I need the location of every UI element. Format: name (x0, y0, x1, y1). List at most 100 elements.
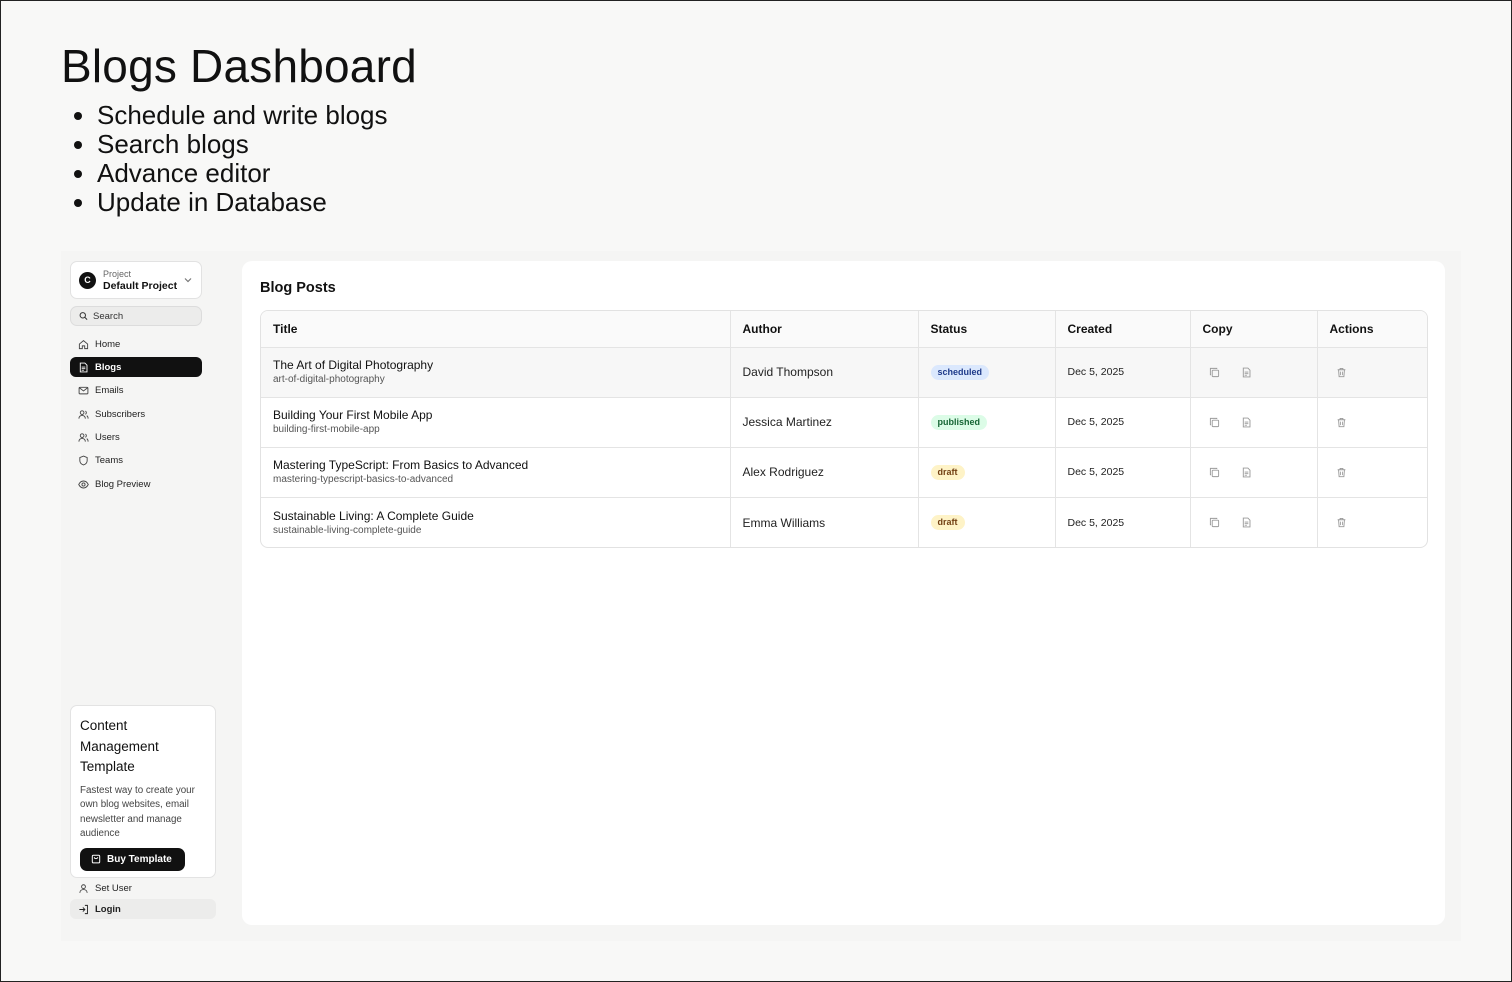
promo-title: Content Management Template (80, 718, 159, 774)
promo-card: Content Management Template Fastest way … (70, 705, 216, 878)
home-icon (78, 339, 89, 349)
mail-icon (78, 387, 89, 395)
copy-cell (1190, 497, 1318, 547)
copy-file-icon[interactable] (1241, 417, 1252, 428)
status-badge: published (930, 414, 987, 430)
sidebar-item-teams[interactable]: Teams (70, 451, 202, 471)
title-cell: Mastering TypeScript: From Basics to Adv… (261, 447, 731, 499)
post-author: David Thompson (730, 347, 919, 398)
login-button[interactable]: Login (70, 899, 216, 919)
table-row[interactable]: Mastering TypeScript: From Basics to Adv… (261, 447, 1427, 499)
trash-icon[interactable] (1336, 467, 1347, 478)
sidebar-item-users[interactable]: Users (70, 428, 202, 448)
sidebar-item-label: Teams (95, 455, 123, 467)
table-header-row: Title Author Status Created Copy Actions (261, 311, 1427, 348)
search-input[interactable] (93, 310, 193, 322)
status-badge: draft (930, 464, 965, 480)
users-icon (78, 410, 89, 419)
shopping-bag-icon (91, 855, 101, 864)
post-title[interactable]: Mastering TypeScript: From Basics to Adv… (273, 457, 718, 473)
status-cell: draft (918, 447, 1056, 499)
copy-icon[interactable] (1209, 467, 1220, 478)
post-created-date: Dec 5, 2025 (1055, 447, 1191, 499)
buy-template-label: Buy Template (107, 853, 172, 865)
table-row[interactable]: The Art of Digital Photography art-of-di… (261, 347, 1427, 398)
project-kicker: Project (103, 269, 132, 279)
status-badge: scheduled (930, 364, 990, 380)
sidebar-item-blog-preview[interactable]: Blog Preview (70, 474, 202, 494)
status-cell: published (918, 397, 1056, 448)
file-text-icon (79, 362, 88, 373)
set-user-button[interactable]: Set User (70, 878, 216, 898)
status-cell: scheduled (918, 347, 1056, 398)
sidebar-item-emails[interactable]: Emails (70, 381, 202, 401)
column-header-title: Title (261, 311, 731, 348)
post-slug: mastering-typescript-basics-to-advanced (273, 474, 454, 486)
copy-icon[interactable] (1209, 367, 1220, 378)
column-header-status: Status (918, 311, 1056, 348)
status-cell: draft (918, 497, 1056, 547)
eye-icon (78, 480, 89, 489)
post-created-date: Dec 5, 2025 (1055, 497, 1191, 547)
sidebar-item-label: Emails (95, 385, 124, 397)
copy-file-icon[interactable] (1241, 467, 1252, 478)
actions-cell (1317, 347, 1427, 398)
log-in-icon (79, 904, 88, 914)
trash-icon[interactable] (1336, 417, 1347, 428)
actions-cell (1317, 498, 1427, 547)
status-badge: draft (930, 515, 965, 531)
sidebar-item-home[interactable]: Home (70, 334, 202, 354)
sidebar: C Project Default Project Home Blogs (61, 251, 231, 941)
actions-cell (1317, 447, 1427, 499)
promo-description: Fastest way to create your own blog webs… (80, 784, 195, 840)
post-author: Emma Williams (730, 497, 919, 547)
post-created-date: Dec 5, 2025 (1055, 347, 1191, 398)
column-header-created: Created (1055, 311, 1191, 348)
copy-file-icon[interactable] (1241, 367, 1252, 378)
project-text: Project Default Project (103, 268, 183, 292)
sidebar-item-blogs[interactable]: Blogs (70, 357, 202, 378)
search-box[interactable] (70, 306, 202, 326)
screenshot-frame: Blogs Dashboard Schedule and write blogs… (0, 0, 1512, 982)
project-switcher[interactable]: C Project Default Project (70, 261, 202, 299)
sidebar-item-label: Blogs (95, 361, 122, 373)
column-header-copy: Copy (1190, 311, 1318, 348)
intro-bullet: Schedule and write blogs (97, 101, 388, 130)
sidebar-item-label: Subscribers (95, 408, 146, 420)
copy-cell (1190, 447, 1318, 499)
set-user-label: Set User (95, 882, 132, 894)
intro-bullet: Update in Database (97, 188, 388, 217)
user-icon (79, 883, 88, 893)
main-panel: Blog Posts Title Author Status Created C… (242, 261, 1445, 925)
table-row[interactable]: Building Your First Mobile App building-… (261, 397, 1427, 448)
intro-feature-list: Schedule and write blogs Search blogs Ad… (97, 101, 388, 217)
post-title[interactable]: The Art of Digital Photography (273, 357, 718, 373)
intro-title: Blogs Dashboard (61, 40, 417, 92)
sidebar-item-label: Users (95, 432, 120, 444)
page-title: Blog Posts (260, 280, 336, 296)
copy-icon[interactable] (1209, 417, 1220, 428)
shield-icon (79, 456, 88, 466)
post-created-date: Dec 5, 2025 (1055, 397, 1191, 448)
table-row[interactable]: Sustainable Living: A Complete Guide sus… (261, 497, 1427, 547)
login-label: Login (95, 903, 121, 915)
app-window: C Project Default Project Home Blogs (61, 251, 1461, 941)
sidebar-item-subscribers[interactable]: Subscribers (70, 404, 202, 424)
post-slug: sustainable-living-complete-guide (273, 524, 422, 536)
project-name: Default Project (103, 280, 178, 292)
trash-icon[interactable] (1336, 517, 1347, 528)
copy-icon[interactable] (1209, 517, 1220, 528)
column-header-author: Author (730, 311, 919, 348)
post-slug: building-first-mobile-app (273, 424, 380, 436)
post-title[interactable]: Sustainable Living: A Complete Guide (273, 508, 718, 524)
project-avatar: C (79, 271, 96, 289)
copy-file-icon[interactable] (1241, 517, 1252, 528)
chevron-down-icon (184, 278, 192, 283)
actions-cell (1317, 397, 1427, 448)
post-title[interactable]: Building Your First Mobile App (273, 407, 718, 423)
buy-template-button[interactable]: Buy Template (80, 847, 185, 871)
sidebar-nav: Home Blogs Emails Subscribers Users Team… (70, 334, 202, 498)
trash-icon[interactable] (1336, 367, 1347, 378)
sidebar-item-label: Blog Preview (95, 478, 151, 490)
users-icon (78, 433, 89, 442)
